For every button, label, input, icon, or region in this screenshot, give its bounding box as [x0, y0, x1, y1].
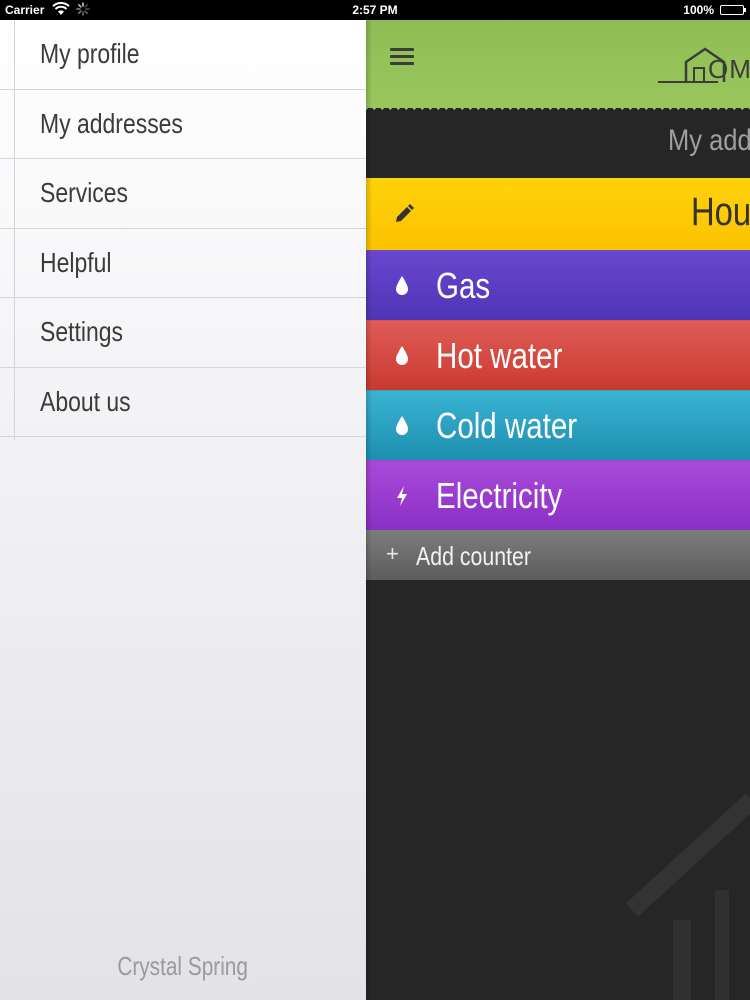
- drop-icon: [396, 276, 408, 295]
- menu-item-label: Helpful: [40, 246, 112, 278]
- drop-icon: [396, 416, 408, 435]
- drop-icon: [396, 346, 408, 365]
- lightning-icon: [397, 486, 407, 506]
- counter-label: Hot water: [436, 335, 563, 376]
- menu-item-label: About us: [40, 385, 131, 417]
- menu-item-label: Settings: [40, 316, 123, 348]
- clock-label: 2:57 PM: [352, 3, 398, 17]
- plus-icon: +: [386, 541, 399, 566]
- logo-text: OMC: [708, 54, 750, 84]
- page-title: My addr: [668, 124, 750, 157]
- menu-item-label: My addresses: [40, 107, 183, 139]
- counter-label: Cold water: [436, 405, 578, 446]
- address-name: Hou: [691, 190, 750, 234]
- pencil-icon[interactable]: [394, 204, 414, 224]
- menu-item-my-addresses[interactable]: My addresses: [0, 90, 366, 159]
- side-menu: My profile My addresses Services Helpful…: [0, 20, 366, 1000]
- house-watermark-icon: [625, 793, 750, 1000]
- main-panel: OMC My addr Hou Gas Hot water Cold water…: [366, 20, 750, 1000]
- menu-item-label: My profile: [40, 38, 140, 70]
- battery-percent-label: 100%: [683, 3, 714, 17]
- counter-label: Electricity: [436, 475, 563, 516]
- counter-label: Gas: [436, 265, 491, 306]
- counter-hot-water[interactable]: Hot water: [366, 320, 750, 390]
- sidebar-footer-brand: Crystal Spring: [117, 951, 249, 981]
- add-counter-label: Add counter: [416, 541, 531, 571]
- address-row[interactable]: Hou: [366, 178, 750, 250]
- battery-icon: [720, 5, 746, 15]
- status-bar: Carrier 2:57 PM 100%: [0, 0, 750, 20]
- menu-list: My profile My addresses Services Helpful…: [0, 20, 366, 437]
- menu-item-services[interactable]: Services: [0, 159, 366, 229]
- menu-toggle-icon[interactable]: [390, 48, 414, 66]
- add-counter-button[interactable]: + Add counter: [366, 530, 750, 580]
- menu-item-my-profile[interactable]: My profile: [0, 20, 366, 90]
- app-header: OMC: [366, 20, 750, 114]
- counter-gas[interactable]: Gas: [366, 250, 750, 320]
- menu-item-about-us[interactable]: About us: [0, 368, 366, 437]
- menu-item-settings[interactable]: Settings: [0, 298, 366, 368]
- counter-electricity[interactable]: Electricity: [366, 460, 750, 530]
- counter-cold-water[interactable]: Cold water: [366, 390, 750, 460]
- menu-item-helpful[interactable]: Helpful: [0, 229, 366, 298]
- menu-item-label: Services: [40, 177, 129, 209]
